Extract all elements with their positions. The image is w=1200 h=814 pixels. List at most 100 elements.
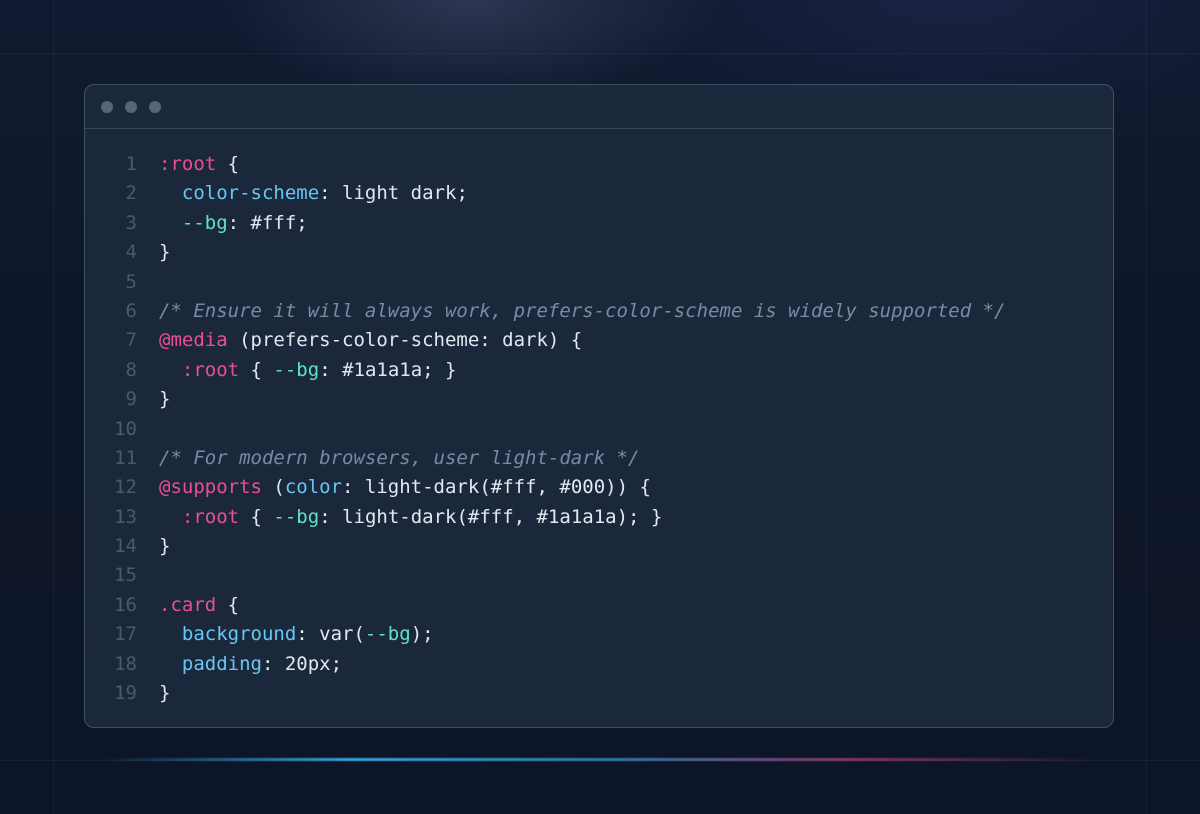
line-number: 6: [125, 299, 137, 322]
code-token: --bg: [364, 623, 411, 646]
code-token: --bg: [181, 211, 228, 234]
guide-line-top: [0, 53, 1200, 54]
code-token: }: [159, 535, 171, 558]
line-source: :root {: [159, 150, 239, 179]
code-token: /* Ensure it will always work, prefers-c…: [159, 299, 1006, 322]
line-source: :root { --bg: light-dark(#fff, #1a1a1a);…: [159, 503, 662, 532]
line-number: 5: [125, 270, 137, 293]
line-number: 2: [125, 182, 137, 205]
code-token: : light-dark(#fff, #000)) {: [342, 476, 651, 499]
line-number: 13: [114, 505, 137, 528]
line-number: 19: [114, 682, 137, 705]
line-source: .card {: [159, 591, 239, 620]
code-line: 19}: [85, 679, 1113, 708]
code-token: {: [239, 505, 274, 528]
line-source: --bg: #fff;: [159, 209, 308, 238]
code-line: 8 :root { --bg: #1a1a1a; }: [85, 356, 1113, 385]
code-block: 1:root {2 color-scheme: light dark; 3 --b…: [85, 150, 1113, 708]
line-number: 7: [125, 329, 137, 352]
window-titlebar: [85, 85, 1113, 129]
bottom-glow-line: [100, 758, 1100, 761]
window-close-dot[interactable]: [101, 100, 113, 113]
line-source: padding: 20px;: [159, 650, 342, 679]
code-token: }: [159, 682, 171, 705]
code-token: padding: [181, 652, 262, 675]
line-number: 4: [125, 241, 137, 264]
line-number: 11: [114, 446, 137, 469]
code-line: 3 --bg: #fff;: [85, 209, 1113, 238]
line-source: color-scheme: light dark;: [159, 179, 468, 208]
code-line: 16 .card {: [85, 591, 1113, 620]
code-token: : #fff;: [227, 211, 308, 234]
code-token: {: [239, 358, 274, 381]
line-number: 10: [114, 417, 137, 440]
window-maximize-dot[interactable]: [149, 100, 161, 113]
code-token: color-scheme: [181, 182, 320, 205]
line-source: background: var(--bg);: [159, 620, 434, 649]
line-source: @media (prefers-color-scheme: dark) {: [159, 326, 582, 355]
line-source: /* Ensure it will always work, prefers-c…: [159, 297, 1005, 326]
line-source: }: [159, 679, 170, 708]
code-token: {: [216, 153, 240, 175]
code-line: 17 background: var(--bg);: [85, 620, 1113, 649]
code-token: --bg: [273, 505, 320, 528]
code-token: : light dark;: [319, 182, 468, 205]
line-number: 12: [114, 476, 137, 499]
line-number: 9: [125, 388, 137, 411]
code-line: 12 @supports (color: light-dark(#fff, #00…: [85, 473, 1113, 502]
code-line: 7 @media (prefers-color-scheme: dark) {: [85, 326, 1113, 355]
code-line: 18 padding: 20px;: [85, 650, 1113, 679]
line-number: 17: [114, 623, 137, 646]
code-line: 9}: [85, 385, 1113, 414]
code-token: (: [261, 476, 285, 499]
code-token: --bg: [273, 358, 320, 381]
line-number: 18: [114, 652, 137, 675]
code-line: 5: [85, 268, 1113, 297]
code-token: {: [216, 593, 240, 616]
code-token: );: [410, 623, 434, 646]
code-token: : 20px;: [261, 652, 343, 675]
code-token: @supports: [159, 476, 262, 499]
code-token: : #1a1a1a; }: [319, 358, 457, 381]
code-line: 13 :root { --bg: light-dark(#fff, #1a1a1…: [85, 503, 1113, 532]
code-line: 4}: [85, 238, 1113, 267]
line-number: 16: [114, 593, 137, 616]
code-line: 15: [85, 561, 1113, 590]
line-number: 8: [125, 358, 137, 381]
code-token: :root: [181, 505, 240, 528]
code-line: 6 /* Ensure it will always work, prefers-…: [85, 297, 1113, 326]
guide-line-right: [1146, 0, 1147, 814]
code-token: (prefers-color-scheme: dark) {: [227, 329, 583, 352]
window-minimize-dot[interactable]: [125, 100, 137, 113]
code-line: 14}: [85, 532, 1113, 561]
code-token: : light-dark(#fff, #1a1a1a); }: [319, 505, 663, 528]
code-token: @media: [159, 329, 228, 352]
code-line: 2 color-scheme: light dark;: [85, 179, 1113, 208]
code-token: :root: [159, 153, 217, 175]
code-line: 10: [85, 415, 1113, 444]
line-source: @supports (color: light-dark(#fff, #000)…: [159, 473, 651, 502]
code-token: :root: [181, 358, 240, 381]
code-line: 11 /* For modern browsers, user light-dar…: [85, 444, 1113, 473]
code-token: : var(: [296, 623, 365, 646]
line-source: }: [159, 385, 170, 414]
code-window: 1:root {2 color-scheme: light dark; 3 --b…: [84, 84, 1114, 728]
code-token: }: [159, 388, 171, 411]
line-number: 1: [125, 153, 137, 175]
line-source: }: [159, 532, 170, 561]
code-token: background: [181, 623, 297, 646]
code-token: .card: [159, 593, 217, 616]
line-number: 3: [125, 211, 137, 234]
line-source: }: [159, 238, 170, 267]
guide-line-left: [53, 0, 54, 814]
code-token: color: [284, 476, 343, 499]
line-number: 15: [114, 564, 137, 587]
code-line: 1 :root {: [85, 150, 1113, 179]
line-number: 14: [114, 535, 137, 558]
